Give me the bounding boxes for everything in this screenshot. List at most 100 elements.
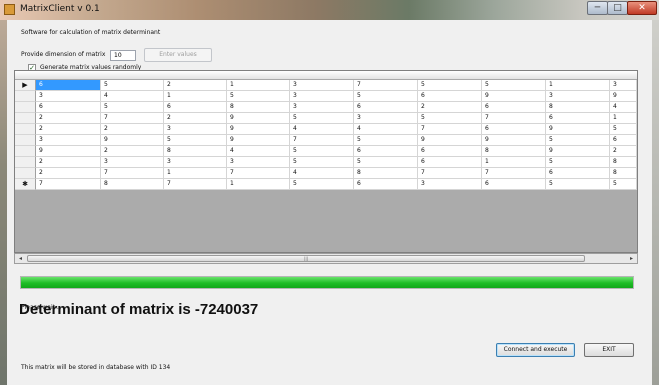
matrix-cell[interactable]: 3 <box>290 102 354 113</box>
matrix-cell[interactable]: 9 <box>610 91 637 102</box>
matrix-cell[interactable]: 1 <box>546 80 610 91</box>
matrix-cell[interactable]: 3 <box>546 91 610 102</box>
matrix-cell[interactable]: 7 <box>227 168 290 179</box>
matrix-cell[interactable]: 6 <box>354 102 418 113</box>
matrix-cell[interactable]: 9 <box>546 146 610 157</box>
matrix-cell[interactable]: 2 <box>101 124 164 135</box>
matrix-cell[interactable]: 7 <box>290 135 354 146</box>
matrix-cell[interactable]: 6 <box>482 102 546 113</box>
matrix-cell[interactable]: 6 <box>418 157 482 168</box>
matrix-cell[interactable]: 5 <box>164 135 227 146</box>
matrix-cell[interactable]: 8 <box>227 102 290 113</box>
matrix-cell[interactable]: 8 <box>482 146 546 157</box>
matrix-cell[interactable]: 5 <box>290 113 354 124</box>
matrix-cell[interactable]: 8 <box>354 168 418 179</box>
row-header[interactable] <box>15 146 36 157</box>
matrix-cell[interactable]: 2 <box>418 102 482 113</box>
matrix-cell[interactable]: 2 <box>36 124 101 135</box>
matrix-cell[interactable]: 3 <box>290 91 354 102</box>
matrix-cell[interactable]: 9 <box>227 135 290 146</box>
matrix-cell[interactable]: 3 <box>418 179 482 190</box>
matrix-cell[interactable]: 2 <box>36 157 101 168</box>
matrix-cell[interactable]: 7 <box>36 179 101 190</box>
scrollbar-thumb[interactable]: ||| <box>27 255 585 262</box>
matrix-cell[interactable]: 2 <box>164 80 227 91</box>
matrix-cell[interactable]: 5 <box>418 113 482 124</box>
horizontal-scrollbar[interactable]: ◂ ||| ▸ <box>14 253 638 264</box>
matrix-cell[interactable]: 7 <box>101 113 164 124</box>
matrix-cell[interactable]: 5 <box>354 157 418 168</box>
dimension-input[interactable]: 10 <box>110 50 136 61</box>
matrix-cell[interactable]: 5 <box>354 91 418 102</box>
matrix-cell[interactable]: 6 <box>610 135 637 146</box>
matrix-cell[interactable]: 6 <box>418 146 482 157</box>
matrix-cell[interactable]: 5 <box>101 80 164 91</box>
matrix-cell[interactable]: 9 <box>227 124 290 135</box>
matrix-cell[interactable]: 8 <box>164 146 227 157</box>
matrix-cell[interactable]: 6 <box>482 179 546 190</box>
matrix-cell[interactable]: 9 <box>482 91 546 102</box>
matrix-cell[interactable]: 5 <box>482 80 546 91</box>
matrix-cell[interactable]: 5 <box>101 102 164 113</box>
matrix-cell[interactable]: 7 <box>482 168 546 179</box>
matrix-cell[interactable]: 9 <box>36 146 101 157</box>
matrix-cell[interactable]: 5 <box>290 157 354 168</box>
matrix-cell[interactable]: 9 <box>227 113 290 124</box>
matrix-cell[interactable]: 8 <box>610 157 637 168</box>
matrix-cell[interactable]: 5 <box>354 135 418 146</box>
matrix-cell[interactable]: 7 <box>418 168 482 179</box>
matrix-cell[interactable]: 3 <box>227 157 290 168</box>
row-header[interactable] <box>15 91 36 102</box>
matrix-cell[interactable]: 3 <box>36 135 101 146</box>
matrix-cell[interactable]: 2 <box>101 146 164 157</box>
matrix-cell[interactable]: 4 <box>610 102 637 113</box>
matrix-cell[interactable]: 2 <box>36 113 101 124</box>
matrix-cell[interactable]: 1 <box>164 168 227 179</box>
matrix-cell[interactable]: 6 <box>418 91 482 102</box>
matrix-cell[interactable]: 2 <box>164 113 227 124</box>
exit-button[interactable]: EXIT <box>584 343 634 357</box>
matrix-cell[interactable]: 2 <box>36 168 101 179</box>
matrix-cell[interactable]: 6 <box>546 113 610 124</box>
matrix-cell[interactable]: 6 <box>354 146 418 157</box>
matrix-cell[interactable]: 4 <box>290 168 354 179</box>
matrix-cell[interactable]: 3 <box>290 80 354 91</box>
matrix-cell[interactable]: 5 <box>290 179 354 190</box>
minimize-button[interactable]: ─ <box>587 1 608 15</box>
matrix-cell[interactable]: 2 <box>610 146 637 157</box>
matrix-cell[interactable]: 8 <box>610 168 637 179</box>
matrix-cell[interactable]: 1 <box>610 113 637 124</box>
matrix-cell[interactable]: 5 <box>546 135 610 146</box>
matrix-cell[interactable]: 1 <box>482 157 546 168</box>
matrix-cell[interactable]: 1 <box>227 80 290 91</box>
matrix-cell[interactable]: 6 <box>164 102 227 113</box>
matrix-cell[interactable]: 5 <box>227 91 290 102</box>
matrix-cell[interactable]: 9 <box>101 135 164 146</box>
row-header[interactable]: ▶ <box>15 80 36 91</box>
matrix-cell[interactable]: 6 <box>36 102 101 113</box>
matrix-cell[interactable]: 6 <box>354 179 418 190</box>
row-header[interactable] <box>15 135 36 146</box>
matrix-cell[interactable]: 7 <box>164 179 227 190</box>
matrix-cell[interactable]: 4 <box>290 124 354 135</box>
scroll-left-arrow-icon[interactable]: ◂ <box>16 255 25 262</box>
matrix-cell[interactable]: 7 <box>101 168 164 179</box>
close-button[interactable]: ✕ <box>627 1 657 15</box>
matrix-cell[interactable]: 5 <box>546 157 610 168</box>
matrix-cell[interactable]: 7 <box>482 113 546 124</box>
row-header[interactable] <box>15 102 36 113</box>
matrix-cell[interactable]: 3 <box>164 124 227 135</box>
matrix-cell[interactable]: 9 <box>482 135 546 146</box>
matrix-cell[interactable]: 8 <box>546 102 610 113</box>
matrix-cell[interactable]: 1 <box>164 91 227 102</box>
matrix-cell[interactable]: 5 <box>546 179 610 190</box>
matrix-cell[interactable]: 6 <box>36 80 101 91</box>
row-header[interactable] <box>15 168 36 179</box>
matrix-cell[interactable]: 8 <box>101 179 164 190</box>
maximize-button[interactable]: □ <box>607 1 628 15</box>
row-header[interactable]: ✱ <box>15 179 36 190</box>
matrix-cell[interactable]: 3 <box>610 80 637 91</box>
row-header[interactable] <box>15 124 36 135</box>
row-header[interactable] <box>15 157 36 168</box>
matrix-cell[interactable]: 1 <box>227 179 290 190</box>
